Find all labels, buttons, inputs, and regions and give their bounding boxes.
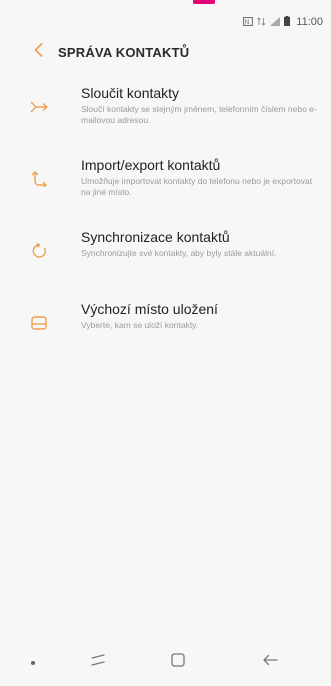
list-item-import-export[interactable]: Import/export kontaktů Umožňuje importov… — [0, 156, 331, 228]
chevron-left-icon — [34, 42, 43, 62]
recents-icon — [90, 653, 106, 672]
svg-text:N: N — [245, 18, 250, 26]
nfc-icon: N — [243, 16, 254, 28]
list-item-merge-contacts[interactable]: Sloučit kontakty Sloučí kontakty se stej… — [0, 84, 331, 156]
navigation-bar — [0, 638, 331, 686]
item-title: Sloučit kontakty — [81, 85, 180, 101]
signal-icon — [270, 16, 281, 28]
item-description: Synchronizujte své kontakty, aby byly st… — [81, 248, 277, 258]
dot-icon — [30, 653, 36, 671]
data-icon — [257, 16, 266, 28]
item-description: Umožňuje importovat kontakty do telefonu… — [81, 176, 313, 197]
import-export-icon — [28, 168, 50, 190]
item-title: Import/export kontaktů — [81, 157, 221, 173]
page-title: SPRÁVA KONTAKTŮ — [58, 44, 190, 60]
storage-icon — [28, 312, 50, 334]
merge-icon — [28, 96, 50, 118]
list-item-sync[interactable]: Synchronizace kontaktů Synchronizujte sv… — [0, 228, 331, 300]
list-item-default-storage[interactable]: Výchozí místo uložení Vyberte, kam se ul… — [0, 300, 331, 360]
nav-dot-button[interactable] — [18, 650, 48, 674]
home-icon — [171, 652, 185, 672]
recents-button[interactable] — [83, 650, 113, 674]
carrier-logo — [193, 0, 215, 4]
item-title: Výchozí místo uložení — [81, 301, 218, 317]
home-button[interactable] — [163, 650, 193, 674]
app-header: SPRÁVA KONTAKTŮ — [0, 30, 331, 74]
status-bar: N 11:00 — [0, 0, 331, 30]
nav-back-button[interactable] — [255, 650, 285, 674]
item-description: Vyberte, kam se uloží kontakty. — [81, 320, 199, 330]
settings-list: Sloučit kontakty Sloučí kontakty se stej… — [0, 84, 331, 360]
battery-icon — [284, 16, 291, 28]
back-arrow-icon — [262, 653, 278, 671]
clock: 11:00 — [296, 16, 323, 28]
item-description: Sloučí kontakty se stejným jménem, telef… — [81, 104, 317, 125]
sync-icon — [28, 240, 50, 262]
status-icons: N 11:00 — [243, 16, 323, 28]
back-button[interactable] — [20, 34, 56, 70]
item-title: Synchronizace kontaktů — [81, 229, 230, 245]
